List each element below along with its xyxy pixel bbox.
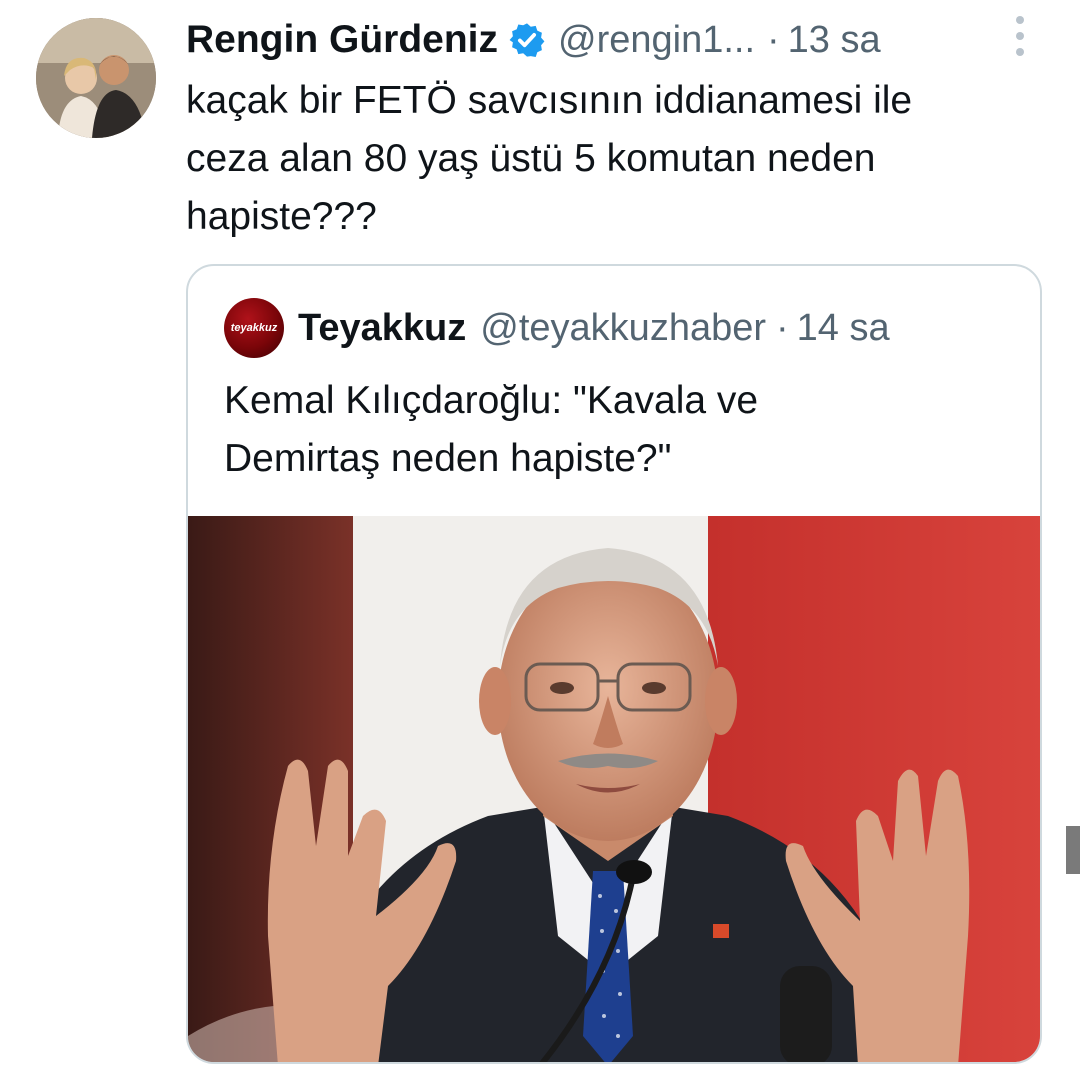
separator-dot: · bbox=[767, 18, 780, 61]
author-name[interactable]: Rengin Gürdeniz bbox=[186, 18, 498, 62]
tweet-text: kaçak bir FETÖ savcısının iddianamesi il… bbox=[186, 79, 913, 238]
avatar-photo bbox=[36, 18, 156, 138]
tweet-header: Rengin Gürdeniz @rengin1... · 13 sa bbox=[186, 12, 881, 68]
quoted-tweet-timestamp[interactable]: 14 sa bbox=[797, 307, 890, 350]
quoted-author-handle[interactable]: @teyakkuzhaber bbox=[480, 307, 766, 350]
verified-badge-icon bbox=[508, 21, 546, 59]
quoted-tweet-card[interactable]: teyakkuz Teyakkuz @teyakkuzhaber · 14 sa… bbox=[186, 264, 1042, 1064]
quoted-avatar-logo-text: teyakkuz bbox=[230, 322, 278, 334]
tweet-timestamp[interactable]: 13 sa bbox=[788, 19, 881, 62]
tweet[interactable]: Rengin Gürdeniz @rengin1... · 13 sa kaça… bbox=[0, 0, 1080, 1065]
quoted-tweet-header: teyakkuz Teyakkuz @teyakkuzhaber · 14 sa bbox=[224, 296, 890, 360]
speaker-photo bbox=[188, 516, 1040, 1062]
author-handle[interactable]: @rengin1... bbox=[558, 19, 755, 62]
scrollbar-thumb[interactable] bbox=[1066, 826, 1080, 874]
more-options-icon[interactable] bbox=[1008, 16, 1032, 56]
quoted-tweet-photo[interactable] bbox=[188, 516, 1040, 1062]
quoted-tweet-text: Kemal Kılıçdaroğlu: "Kavala ve Demirtaş … bbox=[224, 379, 759, 480]
quoted-author-name[interactable]: Teyakkuz bbox=[298, 307, 466, 350]
author-avatar[interactable] bbox=[36, 18, 156, 138]
quoted-author-avatar[interactable]: teyakkuz bbox=[224, 298, 284, 358]
quoted-separator-dot: · bbox=[776, 306, 789, 349]
